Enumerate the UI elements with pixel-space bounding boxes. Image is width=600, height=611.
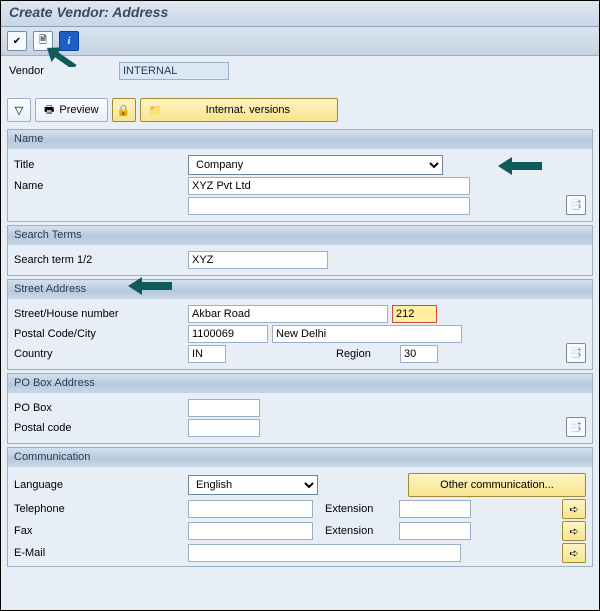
tel-more-button[interactable]: ➪	[562, 499, 586, 519]
email-input[interactable]	[188, 544, 461, 562]
vendor-header: Vendor	[1, 56, 599, 94]
name-input[interactable]	[188, 177, 470, 195]
action-toolbar: ▽ 🖶 Preview 🔒 📁 Internat. versions	[1, 94, 599, 126]
tel-ext-input[interactable]	[399, 500, 471, 518]
postal-label: Postal Code/City	[14, 328, 184, 340]
name-body: Title Company Name 📑	[7, 148, 593, 222]
email-more-button[interactable]: ➪	[562, 543, 586, 563]
info-icon[interactable]: i	[59, 31, 79, 51]
fax-more-button[interactable]: ➪	[562, 521, 586, 541]
telephone-label: Telephone	[14, 503, 184, 515]
country-label: Country	[14, 348, 184, 360]
name-label: Name	[14, 180, 184, 192]
system-toolbar: ✔ 🗎 i	[1, 27, 599, 56]
lock-button[interactable]: 🔒	[112, 98, 136, 122]
fax-input[interactable]	[188, 522, 313, 540]
region-label: Region	[336, 348, 396, 360]
intl-label: Internat. versions	[167, 104, 328, 116]
expand-name-button[interactable]: 📑	[566, 195, 586, 215]
pobox-postal-label: Postal code	[14, 422, 184, 434]
fax-label: Fax	[14, 525, 184, 537]
street-input[interactable]	[188, 305, 388, 323]
language-label: Language	[14, 479, 184, 491]
pobox-body: PO Box Postal code 📑	[7, 392, 593, 444]
street-body: Street/House number Postal Code/City Cou…	[7, 298, 593, 370]
highlight-arrow2-icon	[128, 277, 172, 299]
pobox-label: PO Box	[14, 402, 184, 414]
city-input[interactable]	[272, 325, 462, 343]
page-title: Create Vendor: Address	[9, 4, 168, 20]
region-input[interactable]	[400, 345, 438, 363]
comm-panel: Communication Language English Other com…	[7, 447, 593, 567]
tel-ext-label: Extension	[317, 503, 395, 515]
pobox-input[interactable]	[188, 399, 260, 417]
postal-input[interactable]	[188, 325, 268, 343]
street-panel: Street Address Street/House number Posta…	[7, 279, 593, 370]
title-label: Title	[14, 159, 184, 171]
vendor-field	[119, 62, 229, 80]
vendor-label: Vendor	[9, 65, 109, 77]
expand-pobox-button[interactable]: 📑	[566, 417, 586, 437]
title-select[interactable]: Company	[188, 155, 443, 175]
intl-versions-button[interactable]: 📁 Internat. versions	[140, 98, 338, 122]
mark-icon[interactable]: ▽	[7, 98, 31, 122]
name-heading: Name	[7, 129, 593, 148]
pobox-panel: PO Box Address PO Box Postal code 📑	[7, 373, 593, 444]
fax-ext-label: Extension	[317, 525, 395, 537]
comm-heading: Communication	[7, 447, 593, 466]
search-heading: Search Terms	[7, 225, 593, 244]
pobox-postal-input[interactable]	[188, 419, 260, 437]
house-input[interactable]	[392, 305, 437, 323]
lock-icon: 🔒	[117, 104, 131, 117]
comm-body: Language English Other communication... …	[7, 466, 593, 567]
document-icon[interactable]: 🗎	[33, 31, 53, 51]
street-heading: Street Address	[7, 279, 593, 298]
name2-input[interactable]	[188, 197, 470, 215]
preview-button[interactable]: 🖶 Preview	[35, 98, 108, 122]
title-bar: Create Vendor: Address	[1, 1, 599, 27]
pobox-heading: PO Box Address	[7, 373, 593, 392]
check-icon[interactable]: ✔	[7, 31, 27, 51]
street-label: Street/House number	[14, 308, 184, 320]
name-panel: Name Title Company Name 📑	[7, 129, 593, 222]
other-communication-button[interactable]: Other communication...	[408, 473, 586, 497]
fax-ext-input[interactable]	[399, 522, 471, 540]
search1-input[interactable]	[188, 251, 328, 269]
telephone-input[interactable]	[188, 500, 313, 518]
language-select[interactable]: English	[188, 475, 318, 495]
country-input[interactable]	[188, 345, 226, 363]
search1-label: Search term 1/2	[14, 254, 184, 266]
print-icon: 🖶	[44, 101, 54, 120]
email-label: E-Mail	[14, 547, 184, 559]
search-panel: Search Terms Search term 1/2	[7, 225, 593, 276]
expand-street-button[interactable]: 📑	[566, 343, 586, 363]
search-body: Search term 1/2	[7, 244, 593, 276]
folder-icon: 📁	[149, 104, 163, 117]
preview-label: Preview	[59, 104, 98, 116]
